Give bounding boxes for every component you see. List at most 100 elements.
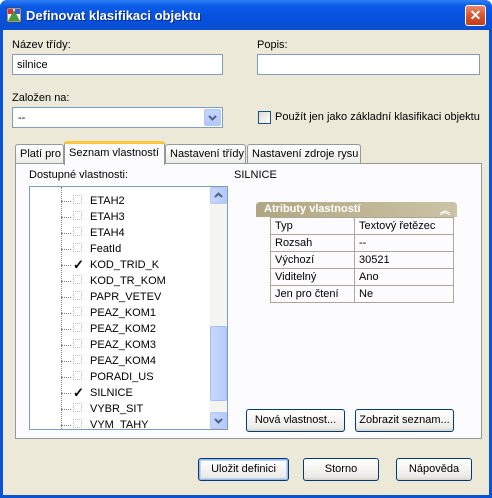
scroll-thumb[interactable] bbox=[210, 326, 227, 401]
dialog-client: Název třídy: silnice Popis: Založen na: … bbox=[3, 30, 489, 495]
collapse-icon[interactable]: ︽ bbox=[440, 202, 450, 217]
property-list-item-label: PEAZ_KOM1 bbox=[90, 307, 157, 319]
property-list-item-label: VYBR_SIT bbox=[90, 403, 144, 415]
property-list-item[interactable]: ETAH3 bbox=[30, 210, 210, 226]
property-list-item[interactable]: PEAZ_KOM4 bbox=[30, 354, 210, 370]
unchecked-box-icon[interactable] bbox=[73, 227, 82, 236]
base-only-label: Použít jen jako základní klasifikaci obj… bbox=[275, 111, 480, 123]
tab-plati-pro[interactable]: Platí pro bbox=[15, 144, 64, 164]
property-list-item[interactable]: VYM_TAHY bbox=[30, 418, 210, 430]
unchecked-box-icon[interactable] bbox=[73, 371, 82, 380]
save-definition-button[interactable]: Uložit definici bbox=[198, 458, 289, 481]
tab-nastaveni-zdroje-rysu[interactable]: Nastavení zdroje rysu bbox=[247, 144, 361, 164]
property-list-item[interactable]: PEAZ_KOM2 bbox=[30, 322, 210, 338]
scroll-up-icon[interactable] bbox=[210, 187, 227, 204]
attribute-value[interactable]: Textový řetězec bbox=[354, 217, 454, 235]
description-label: Popis: bbox=[257, 39, 288, 51]
property-list-item[interactable]: VYBR_SIT bbox=[30, 402, 210, 418]
property-list-item-label: PEAZ_KOM2 bbox=[90, 323, 157, 335]
class-name-label: Název třídy: bbox=[12, 39, 71, 51]
attributes-header[interactable]: Atributy vlastností ︽ bbox=[256, 202, 457, 217]
property-list-item[interactable]: PEAZ_KOM1 bbox=[30, 306, 210, 322]
tree-branch-line bbox=[61, 393, 71, 394]
tree-branch-line bbox=[61, 249, 71, 250]
property-list-item[interactable]: ✓ SILNICE bbox=[30, 386, 210, 402]
based-on-select[interactable]: -- bbox=[12, 107, 223, 128]
tab-nastaveni-tridy[interactable]: Nastavení třídy bbox=[165, 144, 246, 164]
checkmark-icon[interactable]: ✓ bbox=[73, 386, 84, 399]
tree-branch-line bbox=[61, 313, 71, 314]
property-list-item-label: ETAH4 bbox=[90, 227, 125, 239]
window-title: Definovat klasifikaci objektu bbox=[26, 8, 201, 23]
property-list-item-label: PORADI_US bbox=[90, 371, 154, 383]
tree-branch-line bbox=[61, 265, 71, 266]
tree-branch-line bbox=[61, 409, 71, 410]
attribute-name: Jen pro čtení bbox=[270, 285, 355, 303]
attribute-value[interactable]: -- bbox=[354, 234, 454, 252]
show-list-button[interactable]: Zobrazit seznam... bbox=[355, 409, 454, 432]
unchecked-box-icon[interactable] bbox=[73, 403, 82, 412]
unchecked-box-icon[interactable] bbox=[73, 243, 82, 252]
property-list-item[interactable]: PORADI_US bbox=[30, 370, 210, 386]
attribute-row[interactable]: Rozsah -- bbox=[270, 234, 454, 252]
dropdown-arrow-icon[interactable] bbox=[204, 109, 221, 126]
attributes-table: Typ Textový řetězec Rozsah -- Výchozí 30521 Vi… bbox=[270, 217, 454, 303]
tree-scrollbar[interactable] bbox=[210, 187, 227, 429]
properties-tree[interactable]: ETAH2 ETAH3 ETAH4 FeatId ✓ KOD_TRID_K KOD_TR_K… bbox=[29, 186, 228, 430]
tree-branch-line bbox=[61, 281, 71, 282]
unchecked-box-icon[interactable] bbox=[73, 195, 82, 204]
property-list-item-label: KOD_TRID_K bbox=[90, 259, 160, 271]
base-only-checkbox[interactable] bbox=[258, 111, 271, 124]
property-list-item-label: KOD_TR_KOM bbox=[90, 275, 166, 287]
tree-branch-line bbox=[61, 425, 71, 426]
attribute-value[interactable]: 30521 bbox=[354, 251, 454, 269]
attribute-row[interactable]: Typ Textový řetězec bbox=[270, 217, 454, 235]
attribute-row[interactable]: Jen pro čtení Ne bbox=[270, 285, 454, 303]
property-list-item-label: ETAH3 bbox=[90, 211, 125, 223]
property-list-item-label: SILNICE bbox=[90, 387, 133, 399]
attribute-row[interactable]: Výchozí 30521 bbox=[270, 251, 454, 269]
scroll-down-icon[interactable] bbox=[210, 412, 227, 429]
tree-branch-line bbox=[61, 361, 71, 362]
unchecked-box-icon[interactable] bbox=[73, 275, 82, 284]
property-list-item[interactable]: KOD_TR_KOM bbox=[30, 274, 210, 290]
unchecked-box-icon[interactable] bbox=[73, 323, 82, 332]
tree-branch-line bbox=[61, 329, 71, 330]
tree-branch-line bbox=[61, 345, 71, 346]
new-property-button[interactable]: Nová vlastnost... bbox=[246, 409, 345, 432]
property-list-item[interactable]: PEAZ_KOM3 bbox=[30, 338, 210, 354]
unchecked-box-icon[interactable] bbox=[73, 307, 82, 316]
attribute-name: Výchozí bbox=[270, 251, 355, 269]
tree-branch-line bbox=[61, 377, 71, 378]
property-list-item[interactable]: ETAH2 bbox=[30, 194, 210, 210]
property-list-item[interactable]: PAPR_VETEV bbox=[30, 290, 210, 306]
tree-branch-line bbox=[61, 297, 71, 298]
help-button[interactable]: Nápověda bbox=[396, 458, 472, 481]
unchecked-box-icon[interactable] bbox=[73, 355, 82, 364]
tab-seznam-vlastnosti[interactable]: Seznam vlastností bbox=[64, 141, 165, 165]
description-input[interactable] bbox=[257, 54, 480, 75]
checkmark-icon[interactable]: ✓ bbox=[73, 258, 84, 271]
unchecked-box-icon[interactable] bbox=[73, 339, 82, 348]
property-list-item[interactable]: FeatId bbox=[30, 242, 210, 258]
property-list-item-label: PEAZ_KOM3 bbox=[90, 339, 157, 351]
attribute-name: Viditelný bbox=[270, 268, 355, 286]
cancel-button[interactable]: Storno bbox=[303, 458, 379, 481]
attribute-row[interactable]: Viditelný Ano bbox=[270, 268, 454, 286]
close-icon[interactable]: ✕ bbox=[465, 5, 486, 26]
tree-branch-line bbox=[61, 201, 71, 202]
attribute-value[interactable]: Ano bbox=[354, 268, 454, 286]
attribute-value[interactable]: Ne bbox=[354, 285, 454, 303]
property-list-item[interactable]: ✓ KOD_TRID_K bbox=[30, 258, 210, 274]
property-list-item-label: VYM_TAHY bbox=[90, 419, 149, 430]
class-name-input[interactable]: silnice bbox=[12, 54, 223, 75]
property-list-item-label: ETAH2 bbox=[90, 195, 125, 207]
unchecked-box-icon[interactable] bbox=[73, 211, 82, 220]
app-icon bbox=[6, 7, 22, 23]
unchecked-box-icon[interactable] bbox=[73, 419, 82, 428]
unchecked-box-icon[interactable] bbox=[73, 291, 82, 300]
property-list-item-label: PEAZ_KOM4 bbox=[90, 355, 157, 367]
property-list-item[interactable]: ETAH4 bbox=[30, 226, 210, 242]
attribute-name: Rozsah bbox=[270, 234, 355, 252]
based-on-value: -- bbox=[18, 112, 26, 124]
